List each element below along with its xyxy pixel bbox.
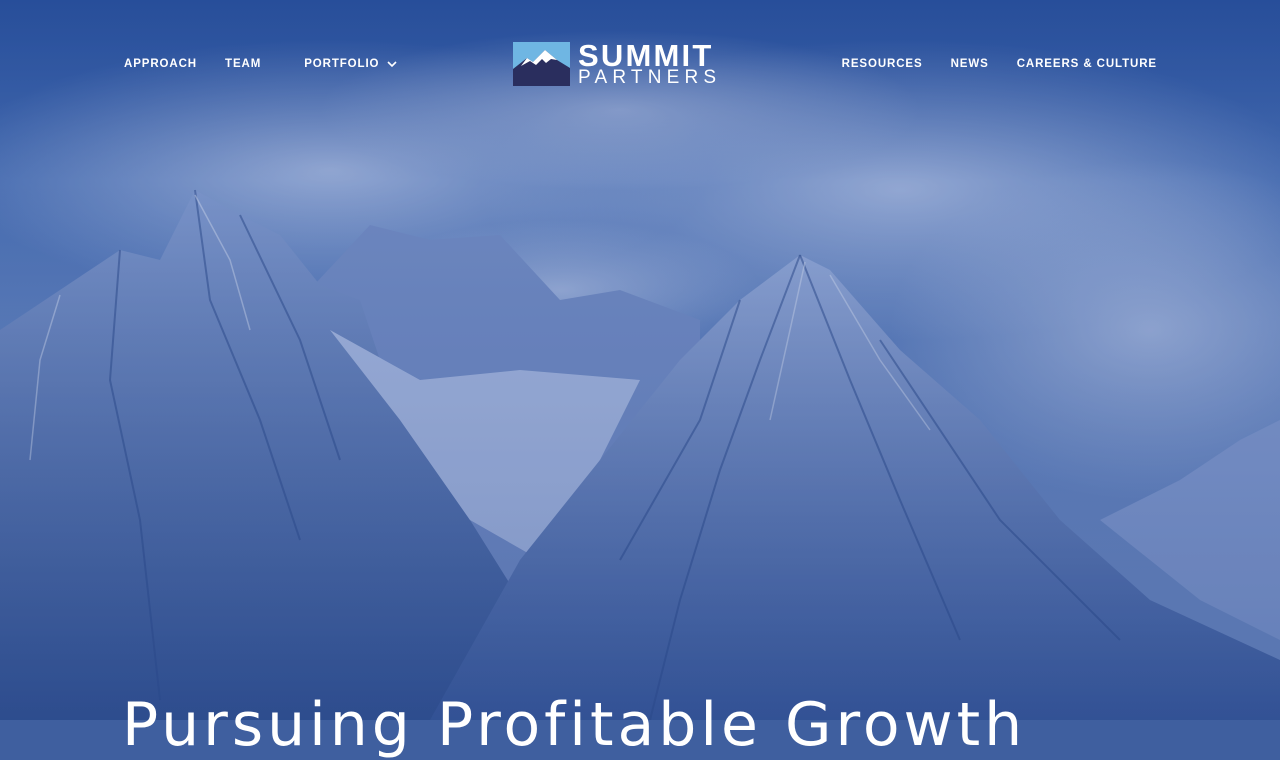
nav-link-approach[interactable]: APPROACH	[124, 58, 197, 70]
nav-left-group: APPROACH TEAM PORTFOLIO	[124, 56, 425, 72]
nav-link-portfolio-label: PORTFOLIO	[304, 58, 380, 70]
main-navigation: APPROACH TEAM PORTFOLIO SUMMIT PARTNERS …	[0, 0, 1280, 128]
mountain-logo-icon	[513, 42, 570, 86]
nav-right-group: RESOURCES NEWS CAREERS & CULTURE	[814, 56, 1157, 72]
nav-link-team[interactable]: TEAM	[225, 58, 261, 70]
hero-headline: Pursuing Profitable Growth	[122, 690, 1027, 760]
nav-link-careers-culture[interactable]: CAREERS & CULTURE	[1017, 58, 1157, 70]
nav-link-resources[interactable]: RESOURCES	[842, 58, 923, 70]
chevron-down-icon	[387, 60, 397, 67]
logo-text-summit: SUMMIT	[578, 38, 714, 73]
nav-link-news[interactable]: NEWS	[951, 58, 989, 70]
nav-link-portfolio[interactable]: PORTFOLIO	[304, 58, 397, 70]
summit-partners-logo[interactable]: SUMMIT PARTNERS	[513, 38, 745, 88]
logo-text-partners: PARTNERS	[578, 67, 722, 88]
logo-wordmark: SUMMIT PARTNERS	[578, 38, 722, 88]
